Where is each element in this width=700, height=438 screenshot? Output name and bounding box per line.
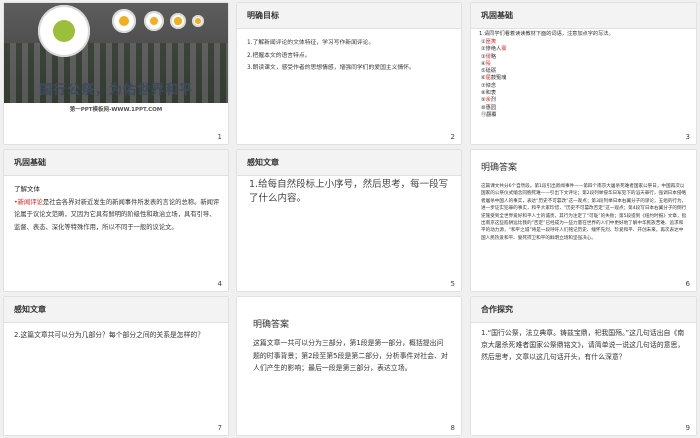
slide-thumbnail-4[interactable]: 巩固基础 了解文体 •新闻评论是社会各界对新近发生的新闻事件所发表的言论的总称。… xyxy=(4,150,228,291)
definition-text: 是社会各界对新近发生的新闻事件所发表的言论的总称。新闻评论属于议论文范畴，又因为… xyxy=(14,199,220,231)
slide-number: 7 xyxy=(217,424,222,432)
word-list: ①匪夷 ②惨绝人寰 ③侵略 ④殁 ⑤砥砺 ⑥屈鼓冤魂 ⑦悼念 ⑧和衷 ⑨余烈 ⑩… xyxy=(481,39,506,119)
wreath-image xyxy=(192,15,204,27)
slide-thumbnail-3[interactable]: 巩固基础 1.请同学们看着读读教材下面的词语，注意加点字的写法。 ①匪夷 ②惨绝… xyxy=(471,3,696,144)
slide-header-title: 巩固基础 xyxy=(481,11,513,20)
slide-thumbnail-7[interactable]: 感知文章 2.这篇文章共可以分为几部分？每个部分之间的关系是怎样的？ 7 xyxy=(4,297,228,435)
slide-header-title: 感知文章 xyxy=(14,305,46,314)
reading-task: 1.给每自然段标上小序号，然后思考，每一段写了什么内容。 xyxy=(249,179,449,204)
slide-thumbnail-2[interactable]: 明确目标 1.了解新闻评论的文体特征，学习写作新闻评论。 2.把握本文的语言特点… xyxy=(237,3,461,144)
slide-thumbnail-9[interactable]: 合作探究 1.“国行公祭，法立典章。铸兹宝鼎，祀我国殇。”这几句话出自《南京大屠… xyxy=(471,297,696,435)
word-item: ⑦悼念 xyxy=(481,82,497,89)
question-text: 2.这篇文章共可以分为几部分？每个部分之间的关系是怎样的？ xyxy=(14,331,204,339)
slide-header-bar: 巩固基础 xyxy=(471,3,696,29)
slide-number: 2 xyxy=(450,133,455,141)
slide-thumbnail-6[interactable]: 明确答案 这篇课文共分6个自然段。第1段引出新闻事件——第四个南京大屠杀死难者国… xyxy=(471,150,696,291)
genre-definition: •新闻评论是社会各界对新近发生的新闻事件所发表的言论的总称。新闻评论属于议论文范… xyxy=(14,197,220,234)
slide-thumbnail-5[interactable]: 感知文章 1.给每自然段标上小序号，然后思考，每一段写了什么内容。 5 xyxy=(237,150,461,291)
slide-header-bar: 明确目标 xyxy=(237,3,461,29)
slide-number: 9 xyxy=(685,424,690,432)
slide-number: 8 xyxy=(450,424,455,432)
answer-heading: 明确答案 xyxy=(481,163,518,173)
wreath-image xyxy=(144,11,164,31)
slide-number: 1 xyxy=(217,133,222,141)
slide-header-title: 明确目标 xyxy=(247,11,279,20)
slide-number: 4 xyxy=(217,280,222,288)
answer-heading: 明确答案 xyxy=(253,320,290,330)
slide-thumbnail-1[interactable]: 国行公祭，为佑世界和平 第一PPT模板网-WWW.1PPT.COM 1 xyxy=(4,3,228,144)
goal-item: 1.了解新闻评论的文体特征，学习写作新闻评论。 xyxy=(247,40,375,46)
section-subheading: 了解文体 xyxy=(14,185,40,193)
word-item: ③侵略 xyxy=(481,53,497,60)
term-highlight: 新闻评论 xyxy=(17,199,43,206)
word-item: ⑨余烈 xyxy=(481,97,497,104)
exercise-instruction: 1.请同学们看着读读教材下面的词语，注意加点字的写法。 xyxy=(479,31,614,37)
slide-header-bar: 合作探究 xyxy=(471,297,696,323)
word-item: ⑪翻覆 xyxy=(481,111,497,118)
slide-header-bar: 感知文章 xyxy=(237,150,461,176)
word-item: ②惨绝人寰 xyxy=(481,46,507,53)
answer-text: 这篇文章一共可以分为三部分，第1段是第一部分，概括提出问题的时事背景；第2段至第… xyxy=(253,339,448,373)
slide-header-title: 感知文章 xyxy=(247,158,279,167)
slide-number: 5 xyxy=(450,280,455,288)
wreath-image xyxy=(38,5,90,57)
wreath-image xyxy=(170,13,186,29)
slide-number: 3 xyxy=(685,133,690,141)
goals-list: 1.了解新闻评论的文体特征，学习写作新闻评论。 2.把握本文的语言特点。 3.朗… xyxy=(247,37,453,75)
word-item: ⑥屈鼓冤魂 xyxy=(481,75,507,82)
slide-header-title: 合作探究 xyxy=(481,305,513,314)
answer-text: 这篇课文共分6个自然段。第1段引出新闻事件——第四个南京大屠杀死难者国家公祭日，… xyxy=(481,184,687,241)
goal-item: 3.朗读课文，感受作者的思想情感，增强同学们的爱国主义情怀。 xyxy=(247,65,415,71)
slide-thumbnail-8[interactable]: 明确答案 这篇文章一共可以分为三部分，第1段是第一部分，概括提出问题的时事背景；… xyxy=(237,297,461,435)
word-item: ⑩惠园 xyxy=(481,104,497,111)
cover-title: 国行公祭，为佑世界和平 xyxy=(38,83,193,98)
slide-header-bar: 巩固基础 xyxy=(4,150,228,176)
wreath-image xyxy=(112,9,136,33)
discussion-text: 1.“国行公祭，法立典章。铸兹宝鼎，祀我国殇。”这几句话出自《南京大屠杀死难者国… xyxy=(481,329,685,362)
slide-header-title: 巩固基础 xyxy=(14,158,46,167)
goal-item: 2.把握本文的语言特点。 xyxy=(247,52,311,59)
slide-header-bar: 感知文章 xyxy=(4,297,228,323)
slide-number: 6 xyxy=(685,280,690,288)
cover-site-label: 第一PPT模板网-WWW.1PPT.COM xyxy=(69,107,163,113)
